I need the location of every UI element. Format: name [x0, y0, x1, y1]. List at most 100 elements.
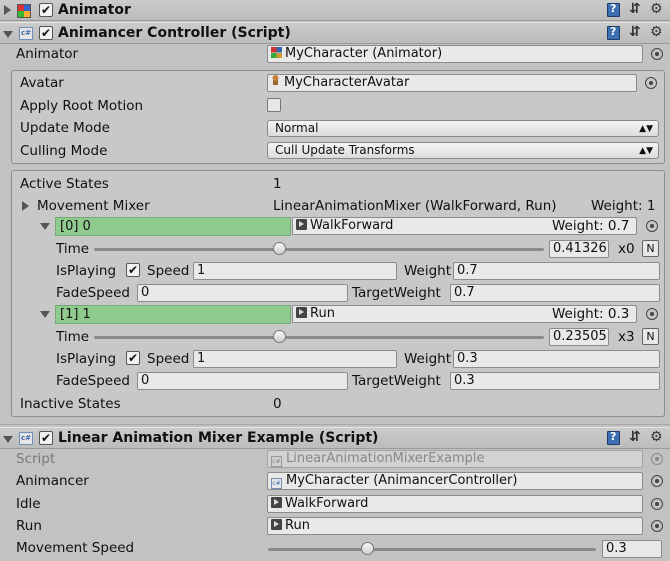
- avatar-label: Avatar: [20, 75, 64, 91]
- inactive-states-label: Inactive States: [20, 396, 121, 412]
- run-field-value: Run: [285, 518, 310, 533]
- speed-label: Speed: [147, 263, 190, 279]
- animation-clip-icon: [271, 497, 282, 508]
- idle-object-field[interactable]: WalkForward: [267, 495, 643, 513]
- clip-name: Run: [310, 306, 335, 321]
- update-mode-value: Normal: [275, 121, 319, 135]
- normalize-button[interactable]: N: [642, 240, 659, 257]
- loop-count: x0: [618, 241, 635, 257]
- time-slider-thumb[interactable]: [273, 242, 286, 255]
- animancer-label: Animancer: [16, 473, 89, 489]
- gear-icon[interactable]: ⚙: [650, 24, 663, 40]
- active-states-label: Active States: [20, 176, 109, 192]
- update-mode-label: Update Mode: [20, 120, 110, 136]
- weight-field[interactable]: 0.3: [453, 350, 660, 368]
- time-value-field[interactable]: 0.23505: [549, 328, 609, 346]
- time-slider-track[interactable]: [94, 336, 544, 339]
- mixer-weight: Weight: 1: [591, 198, 656, 214]
- script-field-value: LinearAnimationMixerExample: [286, 451, 485, 466]
- child-state-row[interactable]: [0] 0: [55, 217, 291, 236]
- animator-component-header[interactable]: ✔ Animator ⇵ ⚙: [0, 0, 670, 21]
- fade-speed-field[interactable]: 0: [137, 284, 348, 302]
- example-enabled-checkbox[interactable]: ✔: [39, 431, 53, 445]
- fade-speed-field[interactable]: 0: [137, 372, 348, 390]
- child-state-row[interactable]: [1] 1: [55, 305, 291, 324]
- speed-field[interactable]: 1: [193, 262, 397, 280]
- object-picker-icon[interactable]: [651, 520, 663, 532]
- object-picker-icon[interactable]: [651, 475, 663, 487]
- time-label: Time: [56, 329, 90, 345]
- target-weight-field[interactable]: 0.3: [450, 372, 660, 390]
- fade-speed-label: FadeSpeed: [56, 373, 130, 389]
- foldout-arrow-icon[interactable]: [3, 31, 13, 38]
- help-book-icon[interactable]: [607, 2, 620, 17]
- gear-icon[interactable]: ⚙: [650, 1, 663, 17]
- mixer-foldout-icon[interactable]: [22, 201, 29, 211]
- animator-field-value: MyCharacter (Animator): [285, 46, 443, 61]
- speed-label: Speed: [147, 351, 190, 367]
- target-weight-label: TargetWeight: [352, 285, 441, 301]
- controller-component-header[interactable]: c# ✔ Animancer Controller (Script) ⇵ ⚙: [0, 22, 670, 44]
- child-weight-label: Weight: 0.7: [552, 218, 630, 234]
- loop-count: x3: [618, 329, 635, 345]
- time-slider-thumb[interactable]: [273, 330, 286, 343]
- dropdown-arrows-icon: ▲▼: [639, 146, 653, 156]
- animator-icon: [271, 47, 282, 58]
- script-file-icon: c#: [271, 456, 282, 467]
- foldout-arrow-icon[interactable]: [3, 436, 13, 443]
- apply-root-motion-checkbox[interactable]: [267, 98, 281, 112]
- component-separator: [0, 424, 670, 425]
- movement-speed-thumb[interactable]: [361, 542, 374, 555]
- object-picker-icon[interactable]: [646, 308, 658, 320]
- animation-clip-icon: [271, 519, 282, 530]
- script-label: Script: [16, 451, 56, 467]
- weight-field-label: Weight: [404, 263, 452, 279]
- animation-clip-icon: [296, 307, 307, 318]
- speed-field[interactable]: 1: [193, 350, 397, 368]
- object-picker-icon[interactable]: [646, 220, 658, 232]
- weight-field-label: Weight: [404, 351, 452, 367]
- time-label: Time: [56, 241, 90, 257]
- normalize-button[interactable]: N: [642, 328, 659, 345]
- presets-icon[interactable]: ⇵: [629, 24, 641, 40]
- culling-mode-dropdown[interactable]: Cull Update Transforms ▲▼: [267, 142, 659, 159]
- avatar-object-field[interactable]: MyCharacterAvatar: [267, 74, 637, 92]
- target-weight-field[interactable]: 0.7: [450, 284, 660, 302]
- target-weight-label: TargetWeight: [352, 373, 441, 389]
- time-value-field[interactable]: 0.41326: [549, 240, 609, 258]
- weight-field[interactable]: 0.7: [453, 262, 660, 280]
- movement-speed-field[interactable]: 0.3: [602, 540, 662, 558]
- idle-field-value: WalkForward: [285, 496, 369, 511]
- help-book-icon[interactable]: [607, 25, 620, 40]
- gear-icon[interactable]: ⚙: [650, 429, 663, 445]
- run-label: Run: [16, 518, 42, 534]
- object-picker-icon[interactable]: [645, 77, 657, 89]
- help-book-icon[interactable]: [607, 430, 620, 445]
- run-object-field[interactable]: Run: [267, 517, 643, 535]
- child-foldout-icon[interactable]: [40, 223, 50, 230]
- child-weight-label: Weight: 0.3: [552, 306, 630, 322]
- example-component-header[interactable]: c# ✔ Linear Animation Mixer Example (Scr…: [0, 427, 670, 449]
- example-title: Linear Animation Mixer Example (Script): [58, 430, 379, 446]
- animator-component-icon: [17, 4, 31, 18]
- script-object-field: c# LinearAnimationMixerExample: [267, 450, 643, 468]
- update-mode-dropdown[interactable]: Normal ▲▼: [267, 120, 659, 137]
- presets-icon[interactable]: ⇵: [629, 1, 641, 17]
- script-cs-icon: c#: [19, 432, 33, 445]
- movement-speed-track[interactable]: [268, 548, 596, 551]
- animator-object-field[interactable]: MyCharacter (Animator): [267, 45, 643, 63]
- animator-enabled-checkbox[interactable]: ✔: [39, 3, 53, 17]
- controller-enabled-checkbox[interactable]: ✔: [39, 26, 53, 40]
- foldout-arrow-icon[interactable]: [4, 5, 11, 15]
- object-picker-icon[interactable]: [651, 498, 663, 510]
- controller-title: Animancer Controller (Script): [58, 25, 291, 41]
- is-playing-checkbox[interactable]: ✔: [126, 351, 140, 365]
- animancer-object-field[interactable]: c# MyCharacter (AnimancerController): [267, 472, 643, 490]
- is-playing-checkbox[interactable]: ✔: [126, 263, 140, 277]
- child-foldout-icon[interactable]: [40, 311, 50, 318]
- object-picker-icon[interactable]: [651, 48, 663, 60]
- culling-mode-label: Culling Mode: [20, 143, 108, 159]
- time-slider-track[interactable]: [94, 248, 544, 251]
- presets-icon[interactable]: ⇵: [629, 429, 641, 445]
- script-file-icon: c#: [271, 478, 282, 489]
